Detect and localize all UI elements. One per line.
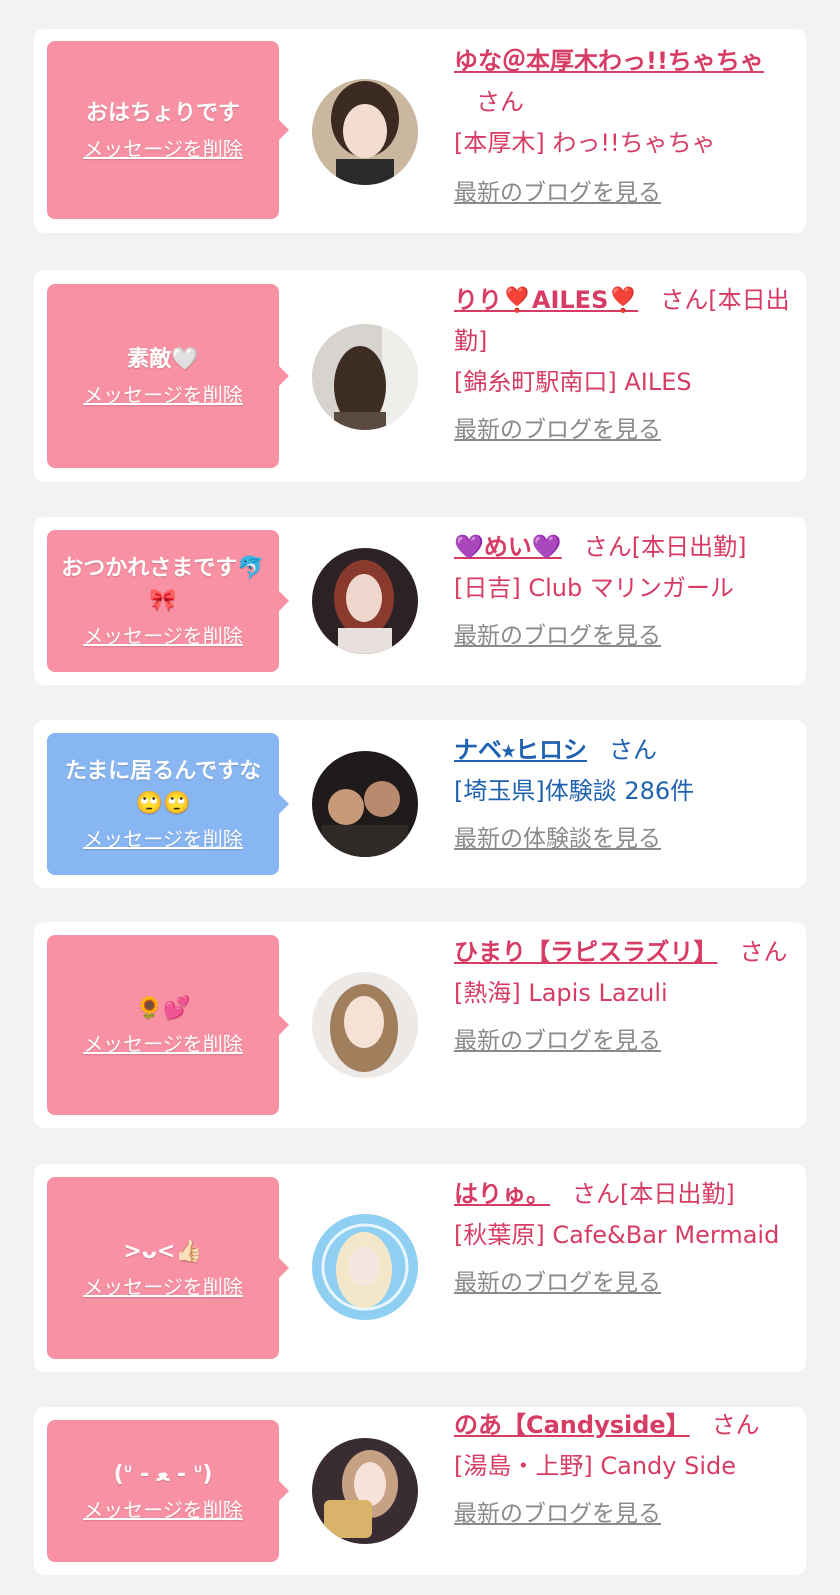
message-text: おはちょりです xyxy=(85,101,240,126)
latest-blog-link[interactable]: 最新のブログを見る xyxy=(454,1501,661,1527)
user-info: ゆな＠本厚木わっ!!ちゃちゃさん [本厚木] わっ!!ちゃちゃ 最新のブログを見… xyxy=(454,41,790,214)
message-card: 🌻💕 メッセージを削除 ひまり【ラピスラズリ】 さん [熱海] Lapis Laz… xyxy=(34,922,806,1128)
message-bubble: おはちょりです メッセージを削除 xyxy=(47,41,289,219)
shop-name: [錦糸町駅南口] AILES xyxy=(454,368,692,396)
latest-review-link[interactable]: 最新の体験談を見る xyxy=(454,826,661,852)
avatar[interactable] xyxy=(312,972,418,1078)
honorific: さん xyxy=(476,88,524,116)
user-info: 💜めい💜 さん[本日出勤] [日吉] Club マリンガール 最新のブログを見る xyxy=(454,527,790,657)
message-bubble: >ᴗ<👍🏻 メッセージを削除 xyxy=(47,1177,289,1359)
message-text: 素敵🤍 xyxy=(127,347,199,372)
shop-name: [秋葉原] Cafe&Bar Mermaid xyxy=(454,1221,780,1249)
avatar[interactable] xyxy=(312,751,418,857)
delete-message-link[interactable]: メッセージを削除 xyxy=(83,1274,243,1300)
latest-blog-link[interactable]: 最新のブログを見る xyxy=(454,180,661,206)
avatar[interactable] xyxy=(312,1438,418,1544)
latest-blog-link[interactable]: 最新のブログを見る xyxy=(454,623,661,649)
latest-blog-link[interactable]: 最新のブログを見る xyxy=(454,417,661,443)
message-bubble: (ᐡ - ﻌ - ᐡ) メッセージを削除 xyxy=(47,1420,289,1562)
delete-message-link[interactable]: メッセージを削除 xyxy=(83,1497,243,1523)
user-info: はりゅ。 さん[本日出勤] [秋葉原] Cafe&Bar Mermaid 最新のブ… xyxy=(454,1174,790,1304)
message-text: 🌻💕 xyxy=(135,996,191,1021)
message-text: >ᴗ<👍🏻 xyxy=(123,1239,203,1264)
message-card: おはちょりです メッセージを削除 ゆな＠本厚木わっ!!ちゃちゃさん [本厚木] … xyxy=(34,29,806,233)
user-name-link[interactable]: ナベ⭑ヒロシ xyxy=(454,736,587,764)
user-name-link[interactable]: はりゅ。 xyxy=(454,1180,550,1208)
message-bubble: たまに居るんですな🙄🙄 メッセージを削除 xyxy=(47,733,289,875)
user-info: ナベ⭑ヒロシ さん [埼玉県]体験談 286件 最新の体験談を見る xyxy=(454,730,790,860)
delete-message-link[interactable]: メッセージを削除 xyxy=(83,1031,243,1057)
user-info: のあ【Candyside】 さん [湯島・上野] Candy Side 最新のブロ… xyxy=(454,1405,790,1535)
delete-message-link[interactable]: メッセージを削除 xyxy=(83,623,243,649)
message-text: たまに居るんですな🙄🙄 xyxy=(64,759,262,816)
message-card: 素敵🤍 メッセージを削除 りり❣️AILES❣️ さん[本日出勤] [錦糸町駅南口… xyxy=(34,270,806,482)
user-name-link[interactable]: ゆな＠本厚木わっ!!ちゃちゃ xyxy=(454,47,764,75)
message-card: おつかれさまです🐬🎀 メッセージを削除 💜めい💜 さん[本日出勤] [日吉] Cl… xyxy=(34,517,806,685)
message-text: (ᐡ - ﻌ - ᐡ) xyxy=(113,1462,213,1487)
delete-message-link[interactable]: メッセージを削除 xyxy=(83,136,243,162)
delete-message-link[interactable]: メッセージを削除 xyxy=(83,382,243,408)
shop-name: [熱海] Lapis Lazuli xyxy=(454,979,668,1007)
user-name-link[interactable]: のあ【Candyside】 xyxy=(454,1411,690,1439)
user-name-link[interactable]: 💜めい💜 xyxy=(454,533,562,561)
message-card: たまに居るんですな🙄🙄 メッセージを削除 ナベ⭑ヒロシ さん [埼玉県]体験談 2… xyxy=(34,720,806,888)
honorific: さん xyxy=(608,736,657,764)
avatar[interactable] xyxy=(312,79,418,185)
review-count: [埼玉県]体験談 286件 xyxy=(454,777,695,805)
honorific: さん[本日出勤] xyxy=(572,1180,735,1208)
message-text: おつかれさまです🐬🎀 xyxy=(61,556,265,613)
avatar[interactable] xyxy=(312,1214,418,1320)
avatar[interactable] xyxy=(312,548,418,654)
message-bubble: 🌻💕 メッセージを削除 xyxy=(47,935,289,1115)
avatar[interactable] xyxy=(312,324,418,430)
message-bubble: おつかれさまです🐬🎀 メッセージを削除 xyxy=(47,530,289,672)
user-name-link[interactable]: ひまり【ラピスラズリ】 xyxy=(454,938,718,966)
honorific: さん xyxy=(711,1411,760,1439)
honorific: さん xyxy=(739,938,788,966)
latest-blog-link[interactable]: 最新のブログを見る xyxy=(454,1028,661,1054)
user-info: りり❣️AILES❣️ さん[本日出勤] [錦糸町駅南口] AILES 最新のブロ… xyxy=(454,280,790,451)
shop-name: [日吉] Club マリンガール xyxy=(454,574,734,602)
message-card: (ᐡ - ﻌ - ᐡ) メッセージを削除 のあ【Candyside】 さん [湯島… xyxy=(34,1407,806,1575)
message-bubble: 素敵🤍 メッセージを削除 xyxy=(47,284,289,468)
user-name-link[interactable]: りり❣️AILES❣️ xyxy=(454,286,638,314)
honorific: さん[本日出勤] xyxy=(583,533,747,561)
delete-message-link[interactable]: メッセージを削除 xyxy=(83,826,243,852)
shop-name: [本厚木] わっ!!ちゃちゃ xyxy=(454,129,716,157)
user-info: ひまり【ラピスラズリ】 さん [熱海] Lapis Lazuli 最新のブログを見… xyxy=(454,932,790,1062)
shop-name: [湯島・上野] Candy Side xyxy=(454,1452,736,1480)
message-card: >ᴗ<👍🏻 メッセージを削除 はりゅ。 さん[本日出勤] [秋葉原] Cafe&B… xyxy=(34,1164,806,1372)
latest-blog-link[interactable]: 最新のブログを見る xyxy=(454,1270,661,1296)
